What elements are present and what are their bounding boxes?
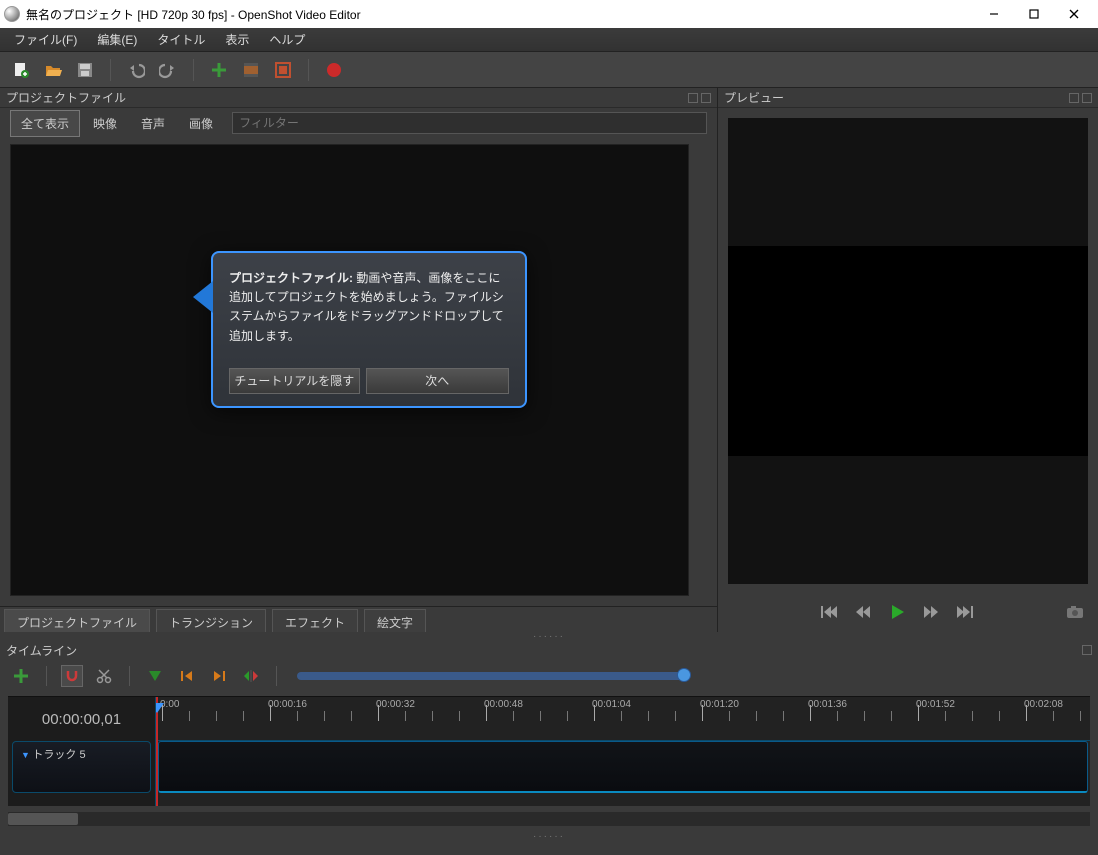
titlebar: 無名のプロジェクト [HD 720p 30 fps] - OpenShot Vi… bbox=[0, 0, 1098, 28]
razor-icon[interactable] bbox=[93, 665, 115, 687]
dock-close-icon[interactable] bbox=[701, 93, 711, 103]
ruler-label: 00:01:52 bbox=[916, 699, 955, 710]
horizontal-splitter[interactable]: ······ bbox=[0, 832, 1098, 840]
add-track-icon[interactable] bbox=[10, 665, 32, 687]
timeline-title: タイムライン bbox=[6, 642, 77, 659]
timeline-toolbar bbox=[0, 660, 1098, 692]
window-title: 無名のプロジェクト [HD 720p 30 fps] - OpenShot Vi… bbox=[26, 6, 974, 23]
timeline-h-scrollbar[interactable] bbox=[8, 812, 1090, 826]
bubble-arrow-icon bbox=[193, 281, 213, 313]
dock-float-icon[interactable] bbox=[1069, 93, 1079, 103]
jump-start-icon[interactable] bbox=[820, 603, 838, 621]
undo-icon[interactable] bbox=[125, 59, 147, 81]
hide-tutorial-button[interactable]: チュートリアルを隠す bbox=[229, 368, 360, 394]
project-files-area[interactable]: プロジェクトファイル: 動画や音声、画像をここに追加してプロジェクトを始めましょ… bbox=[10, 144, 689, 596]
project-scrollbar[interactable] bbox=[691, 145, 706, 595]
dock-float-icon[interactable] bbox=[1082, 645, 1092, 655]
prev-marker-icon[interactable] bbox=[176, 665, 198, 687]
zoom-slider-thumb[interactable] bbox=[677, 668, 691, 682]
menu-edit[interactable]: 編集(E) bbox=[89, 29, 145, 50]
scrollbar-thumb[interactable] bbox=[8, 813, 78, 825]
project-filter-row: 全て表示 映像 音声 画像 bbox=[0, 108, 717, 138]
timeline-body: 00:00:00,01 ▼ トラック 5 0:0000:00:1600:00:3… bbox=[8, 696, 1090, 806]
fullscreen-icon[interactable] bbox=[272, 59, 294, 81]
jump-end-icon[interactable] bbox=[956, 603, 974, 621]
preview-viewport bbox=[728, 118, 1088, 584]
maximize-button[interactable] bbox=[1014, 0, 1054, 28]
ruler-label: 00:02:08 bbox=[1024, 699, 1063, 710]
play-icon[interactable] bbox=[888, 603, 906, 621]
dock-close-icon[interactable] bbox=[1082, 93, 1092, 103]
horizontal-splitter[interactable]: ······ bbox=[0, 632, 1098, 640]
timeline-ruler[interactable]: 0:0000:00:1600:00:3200:00:4800:01:0400:0… bbox=[156, 697, 1090, 741]
ruler-label: 00:01:20 bbox=[700, 699, 739, 710]
preview-panel-header: プレビュー bbox=[718, 88, 1098, 108]
tab-effects[interactable]: エフェクト bbox=[272, 609, 358, 632]
zoom-slider[interactable] bbox=[297, 672, 687, 680]
filter-image-tab[interactable]: 画像 bbox=[178, 110, 224, 137]
minimize-button[interactable] bbox=[974, 0, 1014, 28]
ruler-label: 00:01:04 bbox=[592, 699, 631, 710]
save-project-icon[interactable] bbox=[74, 59, 96, 81]
open-project-icon[interactable] bbox=[42, 59, 64, 81]
tab-transitions[interactable]: トランジション bbox=[156, 609, 266, 632]
export-icon[interactable] bbox=[323, 59, 345, 81]
preview-canvas bbox=[728, 246, 1088, 456]
track-row[interactable] bbox=[158, 741, 1088, 793]
menu-file[interactable]: ファイル(F) bbox=[6, 29, 85, 50]
tab-project-files[interactable]: プロジェクトファイル bbox=[4, 609, 150, 632]
tutorial-bubble: プロジェクトファイル: 動画や音声、画像をここに追加してプロジェクトを始めましょ… bbox=[211, 251, 527, 408]
project-files-panel-header: プロジェクトファイル bbox=[0, 88, 717, 108]
main-toolbar bbox=[0, 52, 1098, 88]
tutorial-heading: プロジェクトファイル: bbox=[229, 271, 353, 285]
dock-float-icon[interactable] bbox=[688, 93, 698, 103]
tab-emoji[interactable]: 絵文字 bbox=[364, 609, 426, 632]
menu-help[interactable]: ヘルプ bbox=[261, 29, 313, 50]
transport-controls bbox=[718, 592, 1098, 632]
filter-audio-tab[interactable]: 音声 bbox=[130, 110, 176, 137]
snapshot-icon[interactable] bbox=[1066, 603, 1084, 621]
next-marker-icon[interactable] bbox=[208, 665, 230, 687]
filter-all-tab[interactable]: 全て表示 bbox=[10, 110, 80, 137]
marker-icon[interactable] bbox=[144, 665, 166, 687]
menu-title[interactable]: タイトル bbox=[149, 29, 213, 50]
project-files-title: プロジェクトファイル bbox=[6, 89, 126, 106]
snap-icon[interactable] bbox=[61, 665, 83, 687]
ruler-label: 00:01:36 bbox=[808, 699, 847, 710]
project-panel-tabs: プロジェクトファイル トランジション エフェクト 絵文字 bbox=[0, 606, 717, 632]
filter-video-tab[interactable]: 映像 bbox=[82, 110, 128, 137]
close-button[interactable] bbox=[1054, 0, 1094, 28]
center-playhead-icon[interactable] bbox=[240, 665, 262, 687]
next-tutorial-button[interactable]: 次へ bbox=[366, 368, 509, 394]
import-files-icon[interactable] bbox=[208, 59, 230, 81]
playhead[interactable] bbox=[156, 697, 158, 806]
ruler-label: 00:00:16 bbox=[268, 699, 307, 710]
track-header[interactable]: ▼ トラック 5 bbox=[12, 741, 151, 793]
toolbar-separator bbox=[308, 59, 309, 81]
timeline-current-time: 00:00:00,01 bbox=[8, 697, 155, 741]
filter-input[interactable] bbox=[232, 112, 707, 134]
menu-view[interactable]: 表示 bbox=[217, 29, 257, 50]
toolbar-separator bbox=[110, 59, 111, 81]
fast-forward-icon[interactable] bbox=[922, 603, 940, 621]
track-label: トラック 5 bbox=[32, 749, 85, 761]
new-project-icon[interactable] bbox=[10, 59, 32, 81]
toolbar-separator bbox=[193, 59, 194, 81]
menubar: ファイル(F) 編集(E) タイトル 表示 ヘルプ bbox=[0, 28, 1098, 52]
app-logo-icon bbox=[4, 6, 20, 22]
redo-icon[interactable] bbox=[157, 59, 179, 81]
ruler-label: 00:00:32 bbox=[376, 699, 415, 710]
preview-title: プレビュー bbox=[724, 89, 784, 106]
profile-icon[interactable] bbox=[240, 59, 262, 81]
ruler-label: 00:00:48 bbox=[484, 699, 523, 710]
rewind-icon[interactable] bbox=[854, 603, 872, 621]
timeline-panel-header: タイムライン bbox=[0, 640, 1098, 660]
tutorial-text: プロジェクトファイル: 動画や音声、画像をここに追加してプロジェクトを始めましょ… bbox=[229, 269, 509, 346]
